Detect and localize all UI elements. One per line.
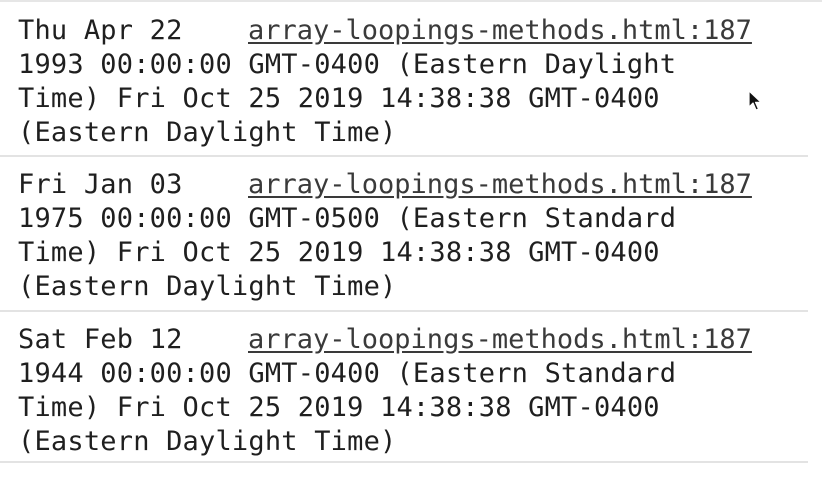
message-text-line: 1944 00:00:00 GMT-0400 (Eastern Standard: [18, 358, 677, 389]
source-link[interactable]: array-loopings-methods.html:187: [248, 168, 752, 202]
console-message: Thu Apr 22 array-loopings-methods.html:1…: [0, 3, 808, 157]
message-text-line: 1975 00:00:00 GMT-0500 (Eastern Standard: [18, 203, 677, 234]
message-text-line: (Eastern Daylight Time): [18, 117, 397, 148]
source-link[interactable]: array-loopings-methods.html:187: [248, 14, 752, 48]
message-text-line: Time) Fri Oct 25 2019 14:38:38 GMT-0400: [18, 392, 660, 423]
divider: [0, 0, 822, 2]
message-text-line: (Eastern Daylight Time): [18, 271, 397, 302]
console-log-panel: Thu Apr 22 array-loopings-methods.html:1…: [0, 0, 822, 478]
message-text-line: Fri Jan 03: [18, 169, 183, 200]
message-text-line: Time) Fri Oct 25 2019 14:38:38 GMT-0400: [18, 83, 660, 114]
source-link[interactable]: array-loopings-methods.html:187: [248, 323, 752, 357]
console-message: Sat Feb 12 array-loopings-methods.html:1…: [0, 312, 808, 463]
message-text-line: 1993 00:00:00 GMT-0400 (Eastern Daylight: [18, 49, 677, 80]
message-text-line: Thu Apr 22: [18, 15, 183, 46]
message-text-line: Time) Fri Oct 25 2019 14:38:38 GMT-0400: [18, 237, 660, 268]
mouse-pointer-icon: [748, 90, 762, 111]
message-text-line: Sat Feb 12: [18, 324, 183, 355]
console-message: Fri Jan 03 array-loopings-methods.html:1…: [0, 157, 808, 312]
message-text-line: (Eastern Daylight Time): [18, 426, 397, 457]
